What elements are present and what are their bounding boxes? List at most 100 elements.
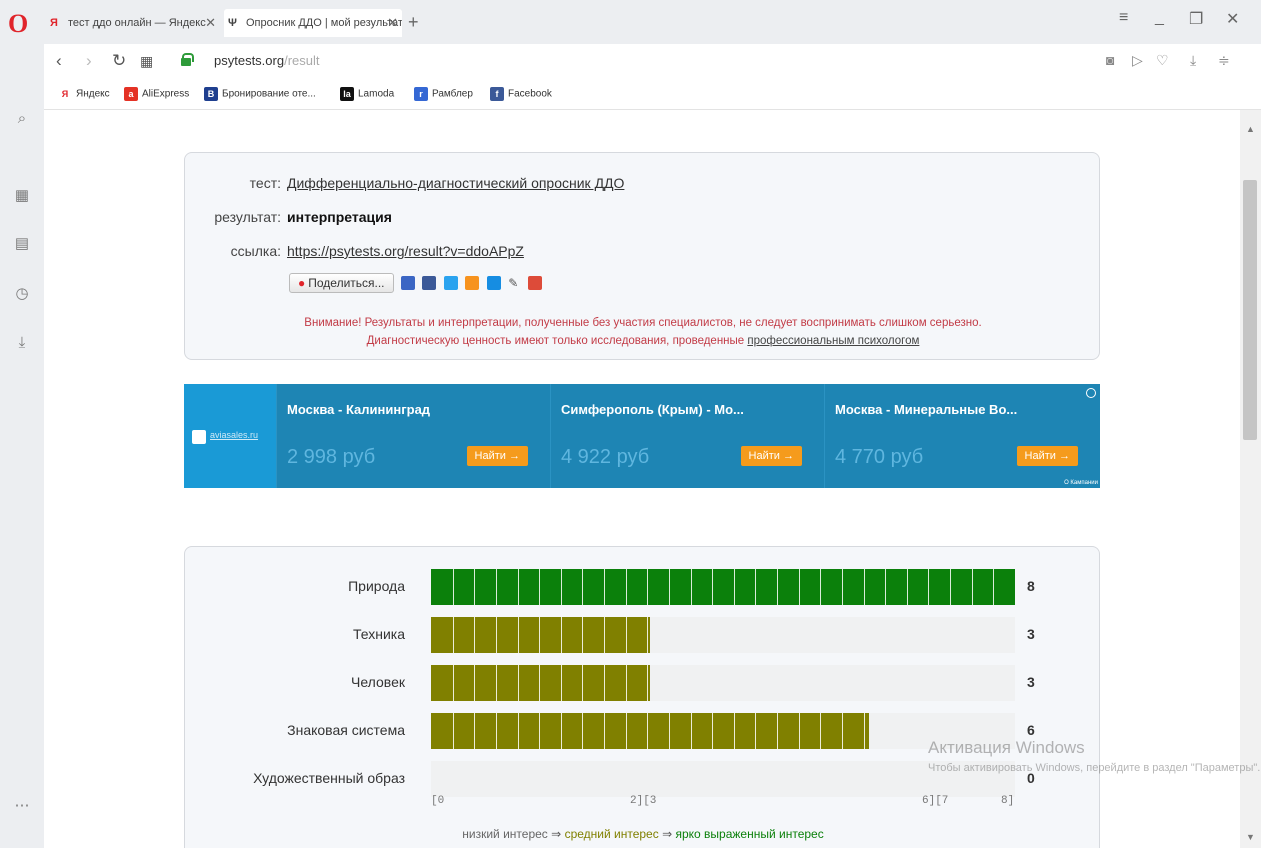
easy-setup-icon[interactable]: ≑ [1218,52,1230,69]
tabs-grid-icon[interactable]: ▦ [140,53,153,70]
bar-segment-divider [626,617,627,653]
camera-icon[interactable]: ◙ [1106,52,1114,68]
ad-find-button[interactable]: Найти → [740,446,802,466]
bar-segment-divider [453,713,454,749]
bar-segment-divider [539,569,540,605]
minimize-icon[interactable]: _ [1155,9,1164,27]
tab-psytests[interactable]: Ψ Опросник ДДО | мой результат ✕ [224,9,402,37]
more-icon[interactable]: ⋯ [0,796,44,814]
mailru-icon[interactable] [486,276,501,290]
forward-icon[interactable]: › [86,51,92,71]
test-link[interactable]: Дифференциально-диагностический опросник… [287,175,624,191]
bar-segment-divider [626,665,627,701]
yandex-icon: Я [50,17,58,29]
lamoda-icon: la [340,87,354,101]
pencil-icon[interactable]: ✎ [508,276,520,290]
close-tab-icon[interactable]: ✕ [387,9,398,37]
ad-find-button[interactable]: Найти → [466,446,528,466]
ad-find-button[interactable]: Найти → [1016,446,1078,466]
test-label: тест: [249,175,281,191]
bookmark-lamoda[interactable]: la Lamoda [340,87,394,101]
bar-segment-divider [712,569,713,605]
category-label: Человек [351,674,405,690]
bar-segment-divider [474,617,475,653]
ad-route: Москва - Калининград [287,402,431,417]
lock-icon[interactable] [181,53,194,66]
result-link[interactable]: https://psytests.org/result?v=ddoAPpZ [287,243,524,259]
ad-offer[interactable]: Москва - Калининград 2 998 руб Найти → [276,384,550,488]
aliexpress-icon: a [124,87,138,101]
watermark-title: Активация Windows [928,738,1085,757]
tab-yandex[interactable]: Ятест ддо онлайн — Яндекс ✕ [50,9,220,37]
close-window-icon[interactable]: ✕ [1226,9,1239,29]
news-icon[interactable]: ▤ [0,234,44,252]
twitter-icon[interactable] [443,276,458,290]
bar-segment-divider [972,569,973,605]
odnoklassniki-icon[interactable] [465,276,480,290]
download-icon[interactable]: ⤓ [1190,52,1196,69]
bar-segment-divider [496,617,497,653]
scroll-down-icon[interactable]: ▼ [1240,832,1261,842]
history-icon[interactable]: ◷ [0,284,44,302]
google-plus-icon[interactable] [527,276,542,290]
ad-offer[interactable]: Москва - Минеральные Во... 4 770 руб Най… [824,384,1100,488]
ad-offer[interactable]: Симферополь (Крым) - Мо... 4 922 руб Най… [550,384,824,488]
bookmarks-bar: Я Яндекс a AliExpress B Бронирование оте...… [44,78,1261,110]
back-icon[interactable]: ‹ [56,51,62,71]
facebook-icon[interactable] [422,276,437,290]
bookmark-booking[interactable]: B Бронирование оте... [204,87,316,101]
bar-segment-divider [561,665,562,701]
scroll-up-icon[interactable]: ▲ [1240,124,1261,134]
ad-price: 4 922 руб [561,446,650,468]
bar-segment-divider [474,569,475,605]
bookmark-aliexpress[interactable]: a AliExpress [124,87,189,101]
scroll-thumb[interactable] [1243,180,1257,440]
bar-value-label: 3 [1027,674,1035,690]
bar-segment-divider [734,713,735,749]
ad-close-icon[interactable] [1086,388,1096,398]
bar-segment-divider [518,713,519,749]
chart-legend: низкий интерес ⇒ средний интерес ⇒ ярко … [185,827,1101,841]
bar-segment-divider [669,569,670,605]
link-row: ссылка: https://psytests.org/result?v=ddo… [185,243,524,259]
psychologist-link[interactable]: профессиональным психологом [747,335,919,347]
heart-icon[interactable]: ♡ [1156,52,1169,69]
share-icon: ● [298,276,306,290]
legend-low: низкий интерес [462,827,548,841]
bar-segment-divider [864,569,865,605]
bar-segment-divider [950,569,951,605]
tab-menu-icon[interactable]: ≡ [1119,9,1128,27]
bookmark-yandex[interactable]: Я Яндекс [58,87,110,101]
ad-price: 4 770 руб [835,446,924,468]
range-tick-label: 6][7 [922,795,949,807]
aviasales-ad-banner[interactable]: aviasales.ru Москва - Калининград 2 998 … [184,384,1100,488]
category-label: Природа [348,578,405,594]
ad-logo[interactable]: aviasales.ru [184,384,276,488]
search-icon[interactable]: ⌕ [0,110,44,127]
bookmark-rambler[interactable]: r Рамблер [414,87,473,101]
ad-route: Симферополь (Крым) - Мо... [561,402,744,417]
downloads-icon[interactable]: ⤓ [0,334,44,351]
new-tab-icon[interactable]: + [408,12,419,33]
legend-medium: средний интерес [564,827,659,841]
bar-segment-divider [496,569,497,605]
bar-segment-divider [928,569,929,605]
category-label: Знаковая система [287,722,405,738]
bar-segment-divider [647,665,648,701]
maximize-icon[interactable]: ❐ [1189,9,1203,29]
bar-segment-divider [453,569,454,605]
share-button[interactable]: ● Поделиться... [289,273,394,293]
send-icon[interactable]: ▷ [1132,52,1143,69]
bar-segment-divider [755,569,756,605]
range-tick-label: [0 [431,795,445,807]
reload-icon[interactable]: ↻ [112,51,126,71]
speed-dial-icon[interactable]: ▦ [0,186,44,204]
bookmark-facebook[interactable]: f Facebook [490,87,552,101]
close-tab-icon[interactable]: ✕ [205,9,216,37]
ad-corner-label: О Кампании [1064,480,1098,486]
address-bar: ‹ › ↻ ▦ psytests.org/result ◙ ▷ ♡ ⤓ ≑ [44,44,1261,78]
url-field[interactable]: psytests.org/result [214,53,320,68]
link-label: ссылка: [230,243,281,259]
opera-logo-icon[interactable]: O [8,10,32,38]
vk-icon[interactable] [400,276,415,290]
